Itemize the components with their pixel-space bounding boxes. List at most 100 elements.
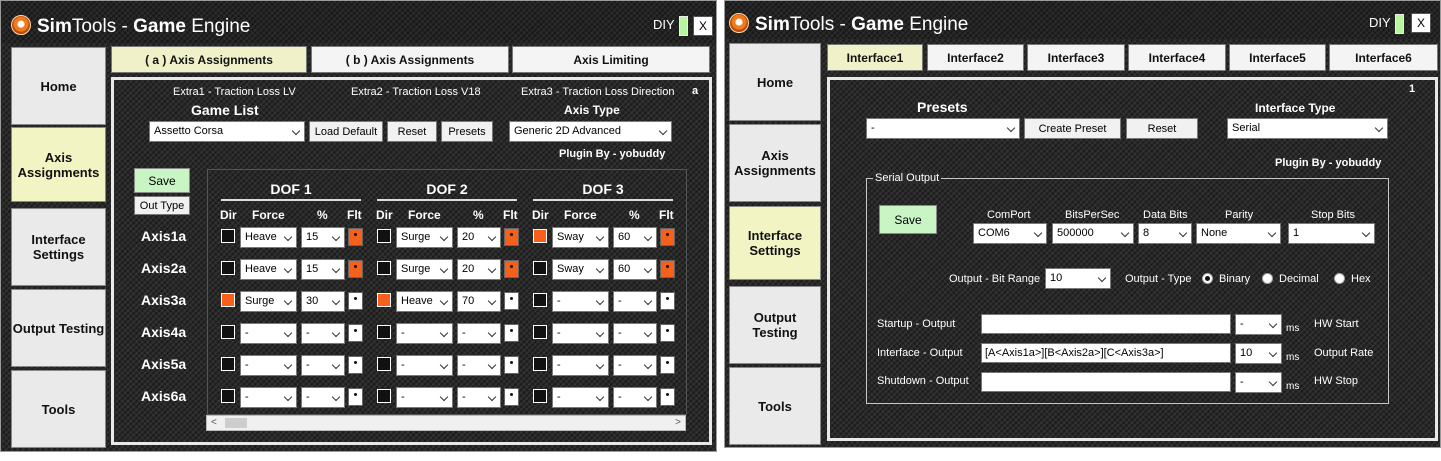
dir-checkbox[interactable]	[533, 325, 547, 339]
percent-dropdown[interactable]: 60	[613, 227, 657, 248]
stopbits-dropdown[interactable]: 1	[1288, 223, 1375, 244]
nav-axis-assignments[interactable]: Axis Assignments	[11, 127, 106, 202]
interface-type-dropdown[interactable]: Serial	[1227, 118, 1388, 139]
force-dropdown[interactable]: Surge	[240, 291, 297, 312]
percent-dropdown[interactable]: 15	[301, 227, 345, 248]
databits-dropdown[interactable]: 8	[1138, 223, 1192, 244]
nav-axis-assignments[interactable]: Axis Assignments	[729, 124, 821, 202]
dir-checkbox[interactable]	[221, 357, 235, 371]
startup-ms-dropdown[interactable]: -	[1235, 314, 1282, 335]
tab-a-axis-assignments[interactable]: ( a ) Axis Assignments	[111, 46, 307, 73]
radio-binary[interactable]	[1202, 273, 1213, 284]
filter-button[interactable]	[348, 228, 363, 246]
horizontal-scrollbar[interactable]: < >	[206, 415, 686, 431]
force-dropdown[interactable]: -	[552, 291, 609, 312]
filter-button[interactable]	[660, 324, 675, 342]
force-dropdown[interactable]: -	[396, 387, 453, 408]
force-dropdown[interactable]: -	[552, 387, 609, 408]
scroll-left-icon[interactable]: <	[211, 417, 217, 428]
dir-checkbox[interactable]	[221, 261, 235, 275]
tab-interface4[interactable]: Interface4	[1128, 44, 1226, 71]
radio-decimal[interactable]	[1262, 273, 1273, 284]
filter-button[interactable]	[504, 388, 519, 406]
axis-type-dropdown[interactable]: Generic 2D Advanced	[509, 121, 672, 142]
dir-checkbox[interactable]	[377, 389, 391, 403]
dir-checkbox[interactable]	[533, 261, 547, 275]
dir-checkbox[interactable]	[221, 325, 235, 339]
nav-interface-settings[interactable]: Interface Settings	[729, 206, 821, 280]
percent-dropdown[interactable]: 70	[457, 291, 501, 312]
title-bar[interactable]: SimTools - Game Engine DIY X	[725, 1, 1440, 43]
filter-button[interactable]	[348, 388, 363, 406]
interface-ms-dropdown[interactable]: 10	[1235, 343, 1282, 364]
dir-checkbox[interactable]	[221, 229, 235, 243]
tab-interface3[interactable]: Interface3	[1027, 44, 1125, 71]
percent-dropdown[interactable]: 60	[613, 259, 657, 280]
close-button[interactable]: X	[1411, 13, 1431, 33]
force-dropdown[interactable]: Surge	[396, 227, 453, 248]
force-dropdown[interactable]: -	[552, 323, 609, 344]
tab-interface2[interactable]: Interface2	[927, 44, 1024, 71]
filter-button[interactable]	[504, 260, 519, 278]
tab-interface6[interactable]: Interface6	[1329, 44, 1438, 71]
nav-output-testing[interactable]: Output Testing	[729, 286, 821, 364]
nav-output-testing[interactable]: Output Testing	[11, 289, 106, 367]
interface-output-input[interactable]: [A<Axis1a>][B<Axis2a>][C<Axis3a>]	[981, 343, 1231, 363]
create-preset-button[interactable]: Create Preset	[1024, 118, 1121, 139]
filter-button[interactable]	[504, 292, 519, 310]
percent-dropdown[interactable]: -	[301, 355, 345, 376]
filter-button[interactable]	[504, 228, 519, 246]
percent-dropdown[interactable]: -	[613, 323, 657, 344]
filter-button[interactable]	[504, 356, 519, 374]
percent-dropdown[interactable]: 20	[457, 227, 501, 248]
title-bar[interactable]: SimTools - Game Engine DIY X	[1, 1, 716, 43]
load-default-button[interactable]: Load Default	[309, 121, 383, 142]
dir-checkbox[interactable]	[533, 357, 547, 371]
nav-tools[interactable]: Tools	[11, 370, 106, 448]
close-button[interactable]: X	[693, 16, 713, 36]
percent-dropdown[interactable]: -	[457, 387, 501, 408]
bitspersec-dropdown[interactable]: 500000	[1052, 223, 1134, 244]
percent-dropdown[interactable]: -	[613, 355, 657, 376]
shutdown-output-input[interactable]	[981, 372, 1231, 392]
filter-button[interactable]	[660, 292, 675, 310]
percent-dropdown[interactable]: -	[457, 355, 501, 376]
filter-button[interactable]	[660, 260, 675, 278]
scroll-thumb[interactable]	[225, 418, 247, 428]
filter-button[interactable]	[504, 324, 519, 342]
force-dropdown[interactable]: Heave	[396, 291, 453, 312]
nav-tools[interactable]: Tools	[729, 367, 821, 445]
filter-button[interactable]	[660, 228, 675, 246]
filter-button[interactable]	[660, 388, 675, 406]
percent-dropdown[interactable]: -	[301, 387, 345, 408]
parity-dropdown[interactable]: None	[1196, 223, 1281, 244]
percent-dropdown[interactable]: -	[613, 387, 657, 408]
force-dropdown[interactable]: Sway	[552, 227, 609, 248]
dir-checkbox[interactable]	[377, 229, 391, 243]
nav-interface-settings[interactable]: Interface Settings	[11, 208, 106, 286]
percent-dropdown[interactable]: -	[457, 323, 501, 344]
filter-button[interactable]	[660, 356, 675, 374]
dir-checkbox[interactable]	[533, 229, 547, 243]
percent-dropdown[interactable]: -	[613, 291, 657, 312]
tab-interface1[interactable]: Interface1	[827, 44, 923, 71]
percent-dropdown[interactable]: -	[301, 323, 345, 344]
force-dropdown[interactable]: -	[240, 387, 297, 408]
force-dropdown[interactable]: Surge	[396, 259, 453, 280]
shutdown-ms-dropdown[interactable]: -	[1235, 372, 1282, 393]
bit-range-dropdown[interactable]: 10	[1045, 268, 1111, 289]
dir-checkbox[interactable]	[377, 357, 391, 371]
force-dropdown[interactable]: Sway	[552, 259, 609, 280]
dir-checkbox[interactable]	[377, 261, 391, 275]
reset-button[interactable]: Reset	[1126, 118, 1198, 139]
force-dropdown[interactable]: -	[552, 355, 609, 376]
force-dropdown[interactable]: Heave	[240, 227, 297, 248]
reset-button[interactable]: Reset	[387, 121, 437, 142]
save-button[interactable]: Save	[879, 205, 937, 234]
percent-dropdown[interactable]: 15	[301, 259, 345, 280]
dir-checkbox[interactable]	[221, 293, 235, 307]
comport-dropdown[interactable]: COM6	[973, 223, 1047, 244]
force-dropdown[interactable]: -	[396, 355, 453, 376]
tab-b-axis-assignments[interactable]: ( b ) Axis Assignments	[311, 46, 509, 73]
force-dropdown[interactable]: -	[240, 355, 297, 376]
